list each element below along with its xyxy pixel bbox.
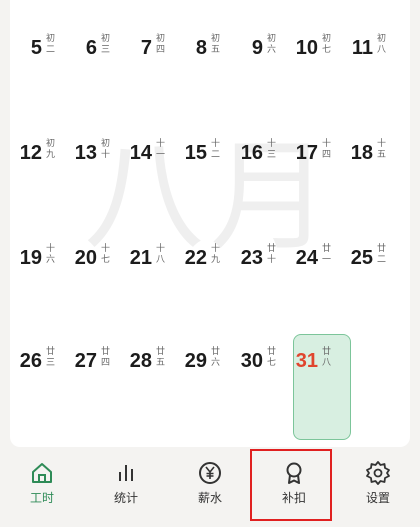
lunar-date: 廿八 bbox=[321, 347, 331, 368]
lunar-date: 廿十 bbox=[266, 244, 276, 265]
calendar-day[interactable]: 21 十八 bbox=[126, 240, 180, 280]
calendar-day[interactable]: 8 初五 bbox=[181, 30, 235, 70]
lunar-date: 十六 bbox=[45, 244, 55, 265]
day-number: 27 bbox=[74, 350, 97, 372]
lunar-date: 十八 bbox=[155, 244, 165, 265]
lunar-date: 十一 bbox=[155, 139, 165, 160]
day-number: 24 bbox=[295, 247, 318, 269]
lunar-date: 十二 bbox=[210, 139, 220, 160]
day-number: 22 bbox=[184, 247, 207, 269]
bottom-tab-bar: 工时 统计 薪水 补扣 设置 bbox=[0, 447, 420, 527]
calendar-day[interactable]: 30 廿七 bbox=[237, 343, 291, 383]
calendar-day[interactable]: 15 十二 bbox=[181, 135, 235, 175]
day-number: 31 bbox=[295, 350, 318, 372]
yen-coin-icon bbox=[199, 462, 221, 484]
day-number: 13 bbox=[74, 142, 97, 164]
lunar-date: 廿四 bbox=[100, 347, 110, 368]
day-number: 18 bbox=[350, 142, 373, 164]
calendar-day[interactable]: 27 廿四 bbox=[71, 343, 125, 383]
day-number: 21 bbox=[129, 247, 152, 269]
calendar-day[interactable]: 20 十七 bbox=[71, 240, 125, 280]
calendar-day[interactable]: 9 初六 bbox=[237, 30, 291, 70]
annotation-highlight-box bbox=[250, 449, 332, 521]
day-number: 30 bbox=[240, 350, 263, 372]
lunar-date: 十四 bbox=[321, 139, 331, 160]
calendar-day[interactable]: 6 初三 bbox=[71, 30, 125, 70]
day-number: 12 bbox=[19, 142, 42, 164]
day-number: 23 bbox=[240, 247, 263, 269]
lunar-date: 初六 bbox=[266, 34, 276, 55]
calendar-card: 八月 5 初二 6 初三 7 初四 8 初五 9 初六 10 初七 11 初八 12 初九 13 初十 14 十一 15… bbox=[10, 0, 410, 447]
day-number: 19 bbox=[19, 247, 42, 269]
lunar-date: 初七 bbox=[321, 34, 331, 55]
tab-label: 工时 bbox=[29, 491, 54, 505]
calendar-day[interactable]: 23 廿十 bbox=[237, 240, 291, 280]
tab-salary[interactable]: 薪水 bbox=[168, 447, 252, 517]
lunar-date: 廿三 bbox=[45, 347, 55, 368]
day-number: 20 bbox=[74, 247, 97, 269]
lunar-date: 十五 bbox=[376, 139, 386, 160]
calendar-day[interactable]: 29 廿六 bbox=[181, 343, 235, 383]
day-number: 16 bbox=[240, 142, 263, 164]
calendar-day[interactable]: 26 廿三 bbox=[16, 343, 70, 383]
lunar-date: 廿六 bbox=[210, 347, 220, 368]
day-number: 29 bbox=[184, 350, 207, 372]
tab-statistics[interactable]: 统计 bbox=[84, 447, 168, 517]
home-icon bbox=[32, 463, 52, 483]
lunar-date: 初十 bbox=[100, 139, 110, 160]
day-number: 15 bbox=[184, 142, 207, 164]
calendar-day[interactable]: 14 十一 bbox=[126, 135, 180, 175]
calendar-day-today[interactable]: 31 廿八 bbox=[292, 343, 346, 383]
tab-label: 统计 bbox=[113, 491, 138, 505]
day-number: 9 bbox=[251, 37, 263, 59]
day-number: 7 bbox=[140, 37, 152, 59]
day-number: 28 bbox=[129, 350, 152, 372]
calendar-day[interactable]: 19 十六 bbox=[16, 240, 70, 280]
day-number: 14 bbox=[129, 142, 152, 164]
tab-label: 设置 bbox=[365, 491, 390, 505]
day-number: 26 bbox=[19, 350, 42, 372]
day-number: 6 bbox=[85, 37, 97, 59]
calendar-day[interactable]: 18 十五 bbox=[347, 135, 401, 175]
lunar-date: 廿五 bbox=[155, 347, 165, 368]
calendar-day[interactable]: 12 初九 bbox=[16, 135, 70, 175]
lunar-date: 初二 bbox=[45, 34, 55, 55]
calendar-day[interactable]: 13 初十 bbox=[71, 135, 125, 175]
day-number: 5 bbox=[30, 37, 42, 59]
lunar-date: 初三 bbox=[100, 34, 110, 55]
calendar-day[interactable]: 24 廿一 bbox=[292, 240, 346, 280]
day-number: 25 bbox=[350, 247, 373, 269]
lunar-date: 十七 bbox=[100, 244, 110, 265]
lunar-date: 初八 bbox=[376, 34, 386, 55]
calendar-day[interactable]: 7 初四 bbox=[126, 30, 180, 70]
calendar-day[interactable]: 5 初二 bbox=[16, 30, 70, 70]
lunar-date: 初四 bbox=[155, 34, 165, 55]
day-number: 8 bbox=[195, 37, 207, 59]
lunar-date: 十九 bbox=[210, 244, 220, 265]
calendar-day[interactable]: 25 廿二 bbox=[347, 240, 401, 280]
lunar-date: 十三 bbox=[266, 139, 276, 160]
tab-worktime[interactable]: 工时 bbox=[0, 447, 84, 517]
lunar-date: 廿七 bbox=[266, 347, 276, 368]
bar-chart-icon bbox=[119, 465, 133, 481]
lunar-date: 廿二 bbox=[376, 244, 386, 265]
calendar-day[interactable]: 22 十九 bbox=[181, 240, 235, 280]
lunar-date: 廿一 bbox=[321, 244, 331, 265]
lunar-date: 初九 bbox=[45, 139, 55, 160]
tab-settings[interactable]: 设置 bbox=[336, 447, 420, 517]
lunar-date: 初五 bbox=[210, 34, 220, 55]
day-number: 17 bbox=[295, 142, 318, 164]
calendar-day[interactable]: 11 初八 bbox=[347, 30, 401, 70]
tab-label: 薪水 bbox=[197, 491, 222, 505]
calendar-day[interactable]: 28 廿五 bbox=[126, 343, 180, 383]
gear-icon bbox=[366, 461, 390, 485]
calendar-day[interactable]: 10 初七 bbox=[292, 30, 346, 70]
calendar-day[interactable]: 17 十四 bbox=[292, 135, 346, 175]
calendar-day[interactable]: 16 十三 bbox=[237, 135, 291, 175]
day-number: 11 bbox=[351, 37, 373, 59]
day-number: 10 bbox=[295, 37, 318, 59]
